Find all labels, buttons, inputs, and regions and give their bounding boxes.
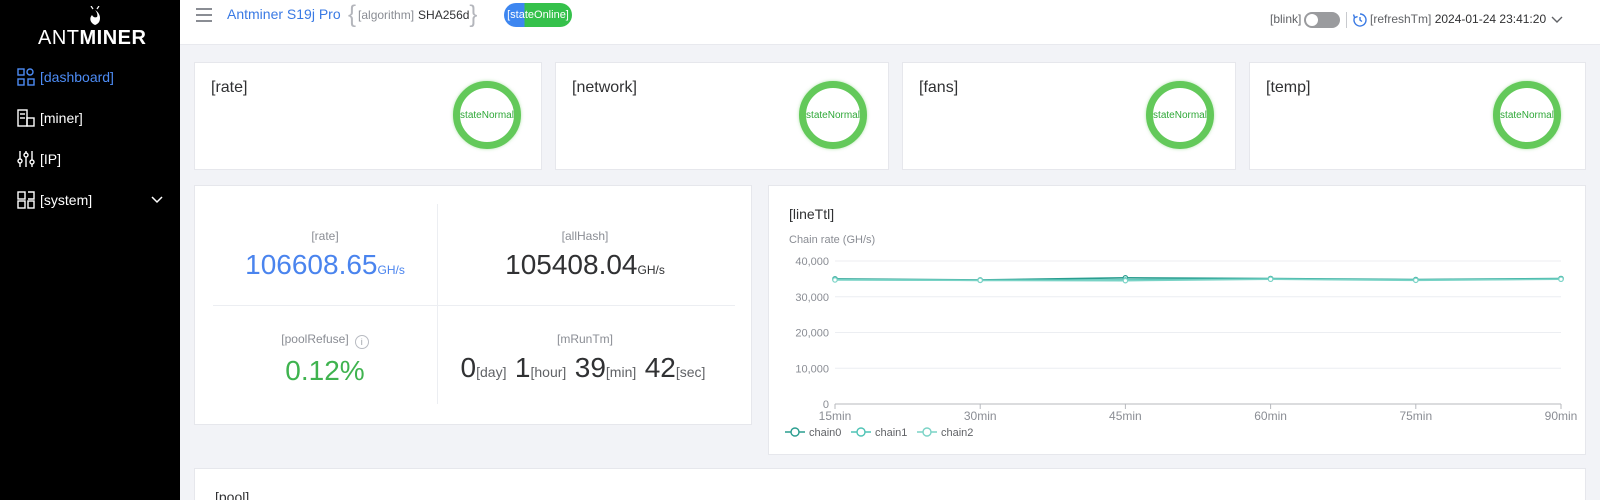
toggle-knob (1306, 14, 1318, 26)
legend-label-chain0: chain0 (809, 427, 841, 439)
refresh-time: [refreshTm] 2024-01-24 23:41:20 (1370, 12, 1547, 26)
algorithm-label: [algorithm] (358, 8, 415, 22)
status-ring: stateNormal (453, 81, 521, 149)
status-text: stateNormal (1500, 109, 1554, 121)
pool-panel: [pool] (194, 468, 1586, 500)
x-tick-label: 15min (819, 409, 852, 423)
chain-rate-line-chart: Chain rate (GH/s)010,00020,00030,00040,0… (785, 234, 1578, 439)
stat-run-time: [mRunTm] 0[day] 1[hour] 39[min] 42[sec] (437, 332, 733, 384)
header-divider (1346, 12, 1347, 28)
status-ring: stateNormal (1146, 81, 1214, 149)
y-tick-label: 10,000 (795, 363, 829, 375)
sidebar-item-miner[interactable]: [miner] (0, 101, 180, 135)
legend-label-chain2: chain2 (941, 427, 973, 439)
legend-marker-chain2[interactable] (922, 427, 932, 437)
card-title: [network] (572, 79, 637, 96)
stat-label: [poolRefuse] i (195, 332, 455, 349)
brace-left-icon: { (348, 1, 357, 28)
data-point-chain2 (1267, 276, 1274, 283)
x-tick-label: 60min (1254, 409, 1287, 423)
stat-value: 105408.04GH/s (505, 249, 665, 280)
top-header: Antminer S19j Pro { [algorithm] SHA256d … (180, 0, 1600, 45)
status-text: stateNormal (1153, 109, 1207, 121)
algorithm-tag: { [algorithm] SHA256d } (348, 2, 477, 28)
pool-title: [pool] (215, 489, 250, 500)
legend-marker-chain0[interactable] (790, 427, 800, 437)
data-point-chain2 (1122, 277, 1129, 284)
x-tick-label: 45min (1109, 409, 1142, 423)
status-card-network: [network] stateNormal (555, 62, 889, 170)
status-text: stateNormal (460, 109, 514, 121)
x-tick-label: 30min (964, 409, 997, 423)
sidebar-item-label: [IP] (40, 151, 62, 167)
algorithm-value: SHA256d (418, 8, 470, 22)
system-grid-icon (16, 190, 36, 210)
data-point-chain2 (1558, 276, 1564, 283)
brace-right-icon: } (469, 1, 478, 28)
sliders-icon (16, 149, 36, 169)
stat-value: 0[day] 1[hour] 39[min] 42[sec] (460, 352, 706, 383)
status-card-rate: [rate] stateNormal (194, 62, 542, 170)
y-tick-label: 30,000 (795, 292, 829, 304)
dashboard-icon (16, 67, 36, 87)
status-ring: stateNormal (1493, 81, 1561, 149)
online-status-badge: [stateOnline] (504, 3, 572, 27)
stats-divider-horizontal (213, 305, 735, 306)
y-axis-label: Chain rate (GH/s) (789, 234, 875, 246)
stat-label: [rate] (311, 229, 339, 243)
y-tick-label: 20,000 (795, 328, 829, 340)
data-point-chain2 (832, 277, 838, 283)
legend-label-chain1: chain1 (875, 427, 907, 439)
blink-label: [blink] (1270, 12, 1302, 26)
status-ring: stateNormal (799, 81, 867, 149)
stat-pool-refuse: [poolRefuse] i 0.12% (195, 332, 455, 387)
status-text: stateNormal (806, 109, 860, 121)
sidebar-item-system[interactable]: [system] (0, 183, 180, 217)
stat-label: [allHash] (561, 229, 609, 243)
info-icon[interactable]: i (354, 335, 369, 349)
x-tick-label: 75min (1399, 409, 1432, 423)
stat-value: 0.12% (285, 355, 365, 386)
chain-rate-chart-panel: [lineTtl] Chain rate (GH/s) 0 10,000 20,000… (768, 185, 1586, 455)
miner-model: Antminer S19j Pro (227, 6, 341, 22)
chevron-down-icon[interactable] (1550, 13, 1564, 27)
chevron-down-icon[interactable] (150, 193, 164, 207)
blink-toggle[interactable] (1304, 12, 1340, 28)
sidebar-item-label: [miner] (40, 110, 83, 126)
x-tick-label: 90min (1545, 409, 1578, 423)
stat-rate: [rate] 106608.65GH/s (195, 229, 455, 281)
sidebar-item-label: [system] (40, 192, 93, 208)
card-title: [fans] (919, 79, 959, 96)
card-title: [rate] (211, 79, 248, 96)
data-point-chain2 (1412, 277, 1419, 284)
sidebar-item-dashboard[interactable]: [dashboard] (0, 60, 180, 94)
sidebar-item-label: [dashboard] (40, 69, 114, 85)
ant-logo-icon (90, 6, 100, 25)
card-title: [temp] (1266, 79, 1311, 96)
refresh-timer-icon[interactable] (1352, 12, 1368, 28)
antminer-logo[interactable]: ANTMINER (38, 6, 146, 49)
logo-text: ANTMINER (38, 27, 147, 49)
hamburger-menu-icon[interactable] (194, 5, 214, 25)
stat-all-hash: [allHash] 105408.04GH/s (435, 229, 735, 281)
hashrate-stats-panel: [rate] 106608.65GH/s [allHash] 105408.04… (194, 185, 752, 425)
status-card-fans: [fans] stateNormal (902, 62, 1236, 170)
stat-label: [mRunTm] (556, 332, 613, 346)
status-card-temp: [temp] stateNormal (1249, 62, 1586, 170)
sidebar: ANTMINER [dashboard] [miner] [IP] [syste… (0, 0, 180, 500)
y-tick-label: 40,000 (795, 256, 829, 268)
miner-icon (16, 108, 36, 128)
series-line-chain2 (834, 278, 1562, 282)
sidebar-item-ip[interactable]: [IP] (0, 142, 180, 176)
stat-value: 106608.65GH/s (245, 249, 405, 280)
legend-marker-chain1[interactable] (856, 427, 866, 437)
data-point-chain2 (977, 277, 984, 284)
